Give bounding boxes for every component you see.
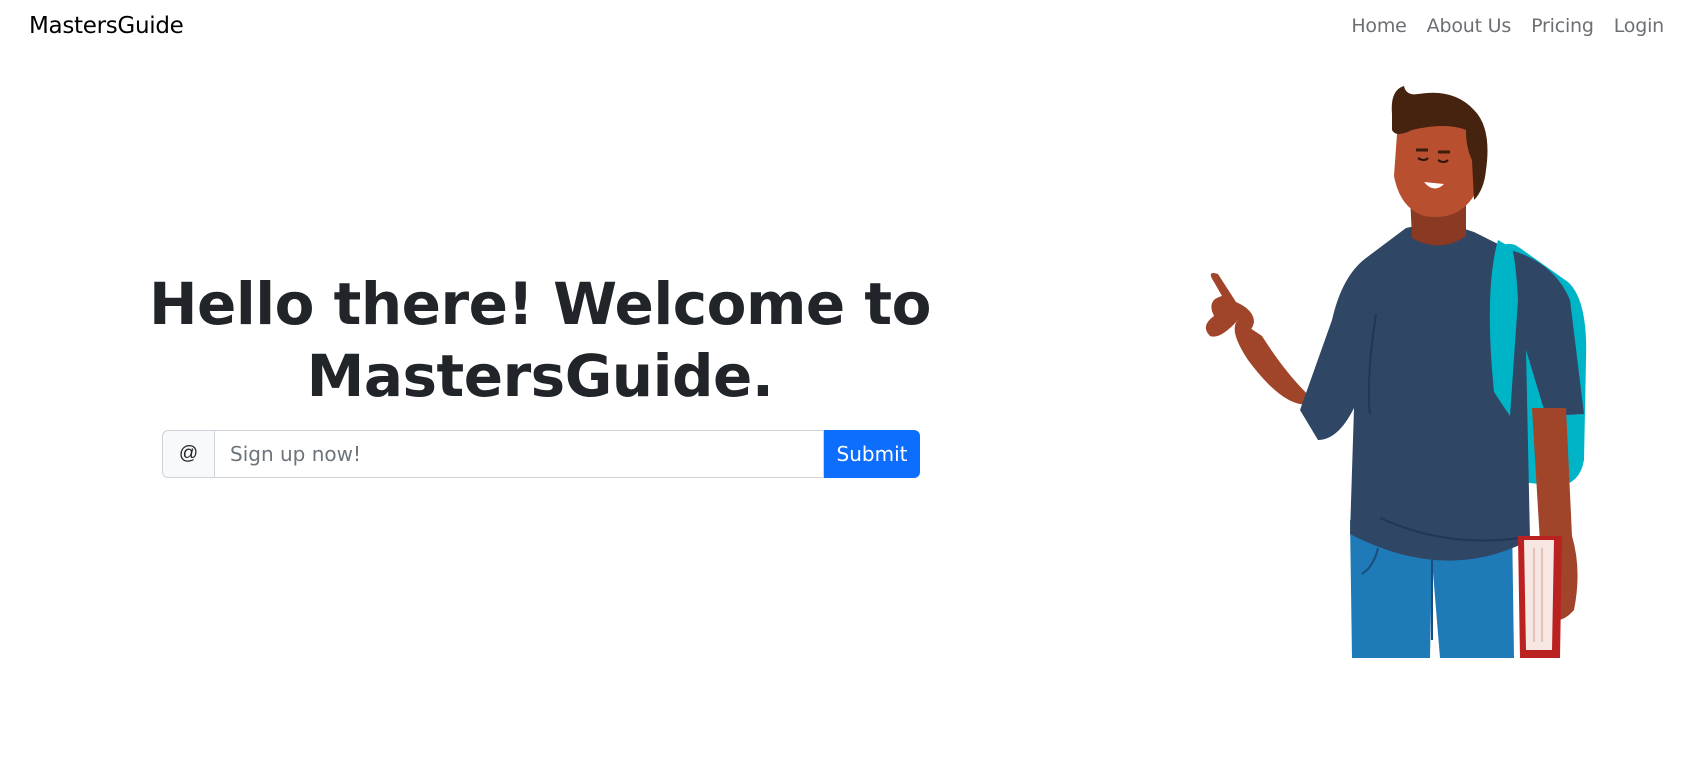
nav-links: Home About Us Pricing Login (1351, 15, 1664, 37)
submit-button[interactable]: Submit (824, 430, 920, 478)
pointing-hand (1205, 273, 1254, 337)
at-sign-addon: @ (162, 430, 214, 478)
signup-form: @ Submit (162, 430, 920, 478)
nav-link-login[interactable]: Login (1614, 15, 1664, 37)
hero-title: Hello there! Welcome to MastersGuide. (120, 268, 960, 412)
hero-title-line-2: MastersGuide. (306, 342, 774, 410)
nav-link-pricing[interactable]: Pricing (1531, 15, 1594, 37)
student-illustration (1205, 86, 1587, 658)
nav-link-about-us[interactable]: About Us (1427, 15, 1512, 37)
nav-link-home[interactable]: Home (1351, 15, 1407, 37)
brand-logo[interactable]: MastersGuide (29, 13, 184, 39)
hero-title-line-1: Hello there! Welcome to (148, 270, 932, 338)
signup-email-input[interactable] (214, 430, 824, 478)
navbar: MastersGuide Home About Us Pricing Login (0, 0, 1704, 56)
